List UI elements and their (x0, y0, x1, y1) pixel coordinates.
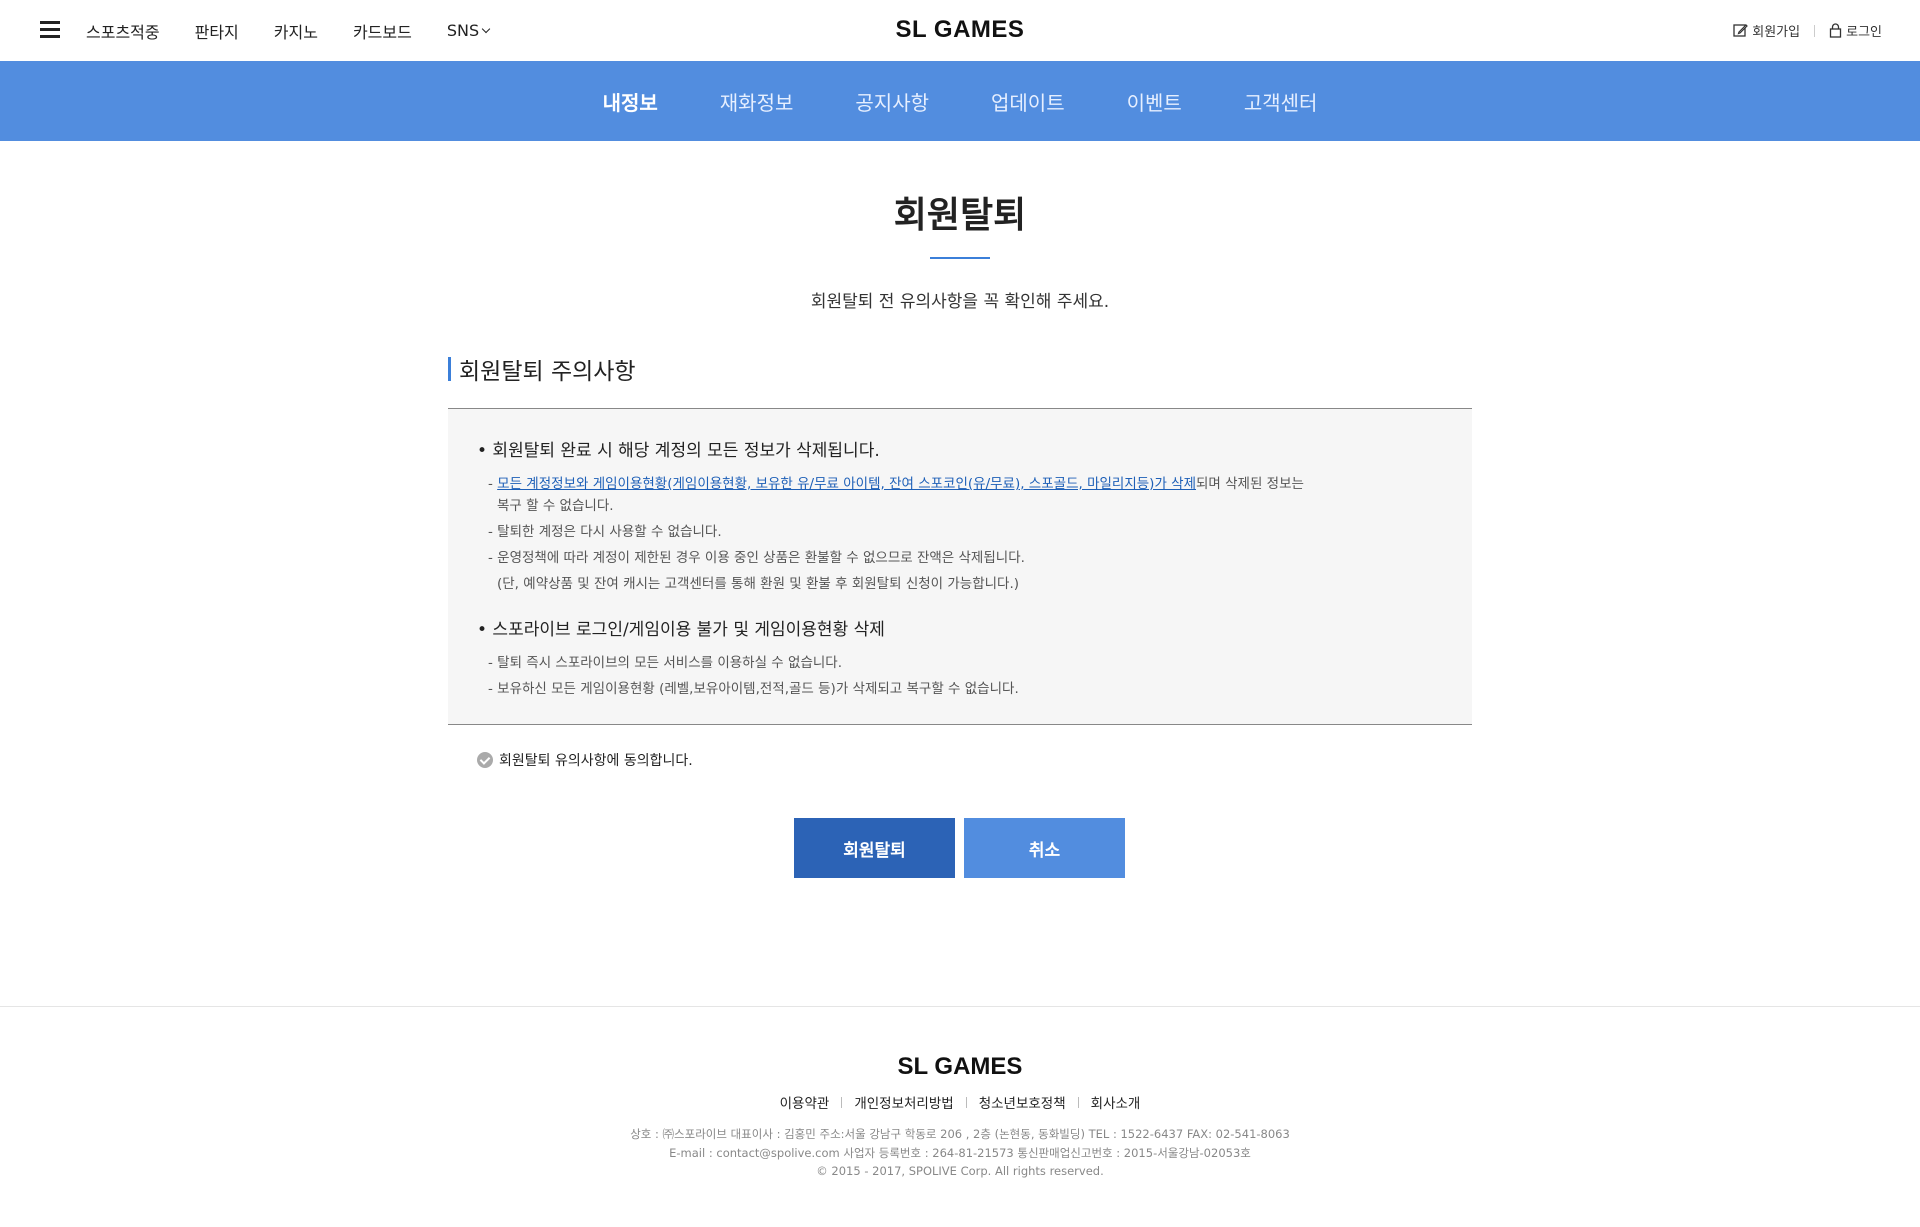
chevron-down-icon (481, 24, 491, 33)
notice-item-5: - 보유하신 모든 게임이용현황 (레벨,보유아이템,전적,골드 등)가 삭제되… (488, 681, 1019, 697)
divider (1814, 24, 1816, 37)
footer-link-company[interactable]: 회사소개 (1091, 1092, 1141, 1112)
header-logo[interactable]: SL GAMES (896, 16, 1025, 43)
page-title: 회원탈퇴 (893, 195, 1027, 236)
login-label: 로그인 (1846, 25, 1882, 40)
section-header: 회원탈퇴 주의사항 (448, 355, 636, 385)
notice-item-1: - 모든 계정정보와 게임이용현황(게임이용현황, 보유한 유/무료 아이템, … (488, 472, 1304, 492)
agree-checkbox[interactable]: 회원탈퇴 유의사항에 동의합니다. (477, 750, 693, 770)
tab-currency-info[interactable]: 재화정보 (720, 87, 794, 116)
top-bar: 스포츠적중 판타지 카지노 카드보드 SNS SL GAMES 회원가입 로그인 (0, 0, 1920, 61)
edit-icon (1733, 24, 1749, 37)
divider (841, 1096, 843, 1108)
footer-contact-info: E-mail : contact@spolive.com 사업자 등록번호 : … (669, 1146, 1251, 1160)
hamburger-icon[interactable] (40, 21, 60, 39)
tab-notices[interactable]: 공지사항 (855, 87, 929, 116)
top-nav-sns-label: SNS (446, 21, 480, 40)
lock-icon (1829, 23, 1842, 38)
tab-support[interactable]: 고객센터 (1244, 87, 1318, 116)
sub-nav: 내정보 재화정보 공지사항 업데이트 이벤트 고객센터 (0, 61, 1920, 141)
top-nav-fantasy[interactable]: 판타지 (195, 19, 239, 43)
top-nav-cardboard[interactable]: 카드보드 (353, 19, 412, 43)
signup-label: 회원가입 (1752, 25, 1801, 40)
top-nav-sns[interactable]: SNS (446, 21, 491, 40)
footer: SL GAMES 이용약관 개인정보처리방법 청소년보호정책 회사소개 상호 :… (0, 1006, 1920, 1227)
login-link[interactable]: 로그인 (1829, 21, 1882, 40)
notice-item-1-prefix: - (488, 476, 498, 492)
signup-link[interactable]: 회원가입 (1733, 21, 1800, 40)
notice-item-1-link[interactable]: 모든 계정정보와 게임이용현황(게임이용현황, 보유한 유/무료 아이템, 잔여… (497, 476, 1196, 492)
page-subtitle: 회원탈퇴 전 유의사항을 꼭 확인해 주세요. (810, 292, 1110, 312)
footer-link-privacy[interactable]: 개인정보처리방법 (854, 1092, 953, 1112)
account-links: 회원가입 로그인 (1733, 0, 1882, 61)
notice-item-3-cont: (단, 예약상품 및 잔여 캐시는 고객센터를 통해 환원 및 환불 후 회원탈… (497, 576, 1020, 592)
footer-copyright: © 2015 - 2017, SPOLIVE Corp. All rights … (816, 1164, 1104, 1178)
footer-logo: SL GAMES (897, 1053, 1023, 1080)
check-circle-icon[interactable] (477, 752, 493, 768)
tab-events[interactable]: 이벤트 (1127, 87, 1182, 116)
section-accent-bar (448, 357, 451, 381)
tab-updates[interactable]: 업데이트 (991, 87, 1065, 116)
notice-box: • 회원탈퇴 완료 시 해당 계정의 모든 정보가 삭제됩니다. - 모든 계정… (448, 408, 1472, 725)
footer-link-terms[interactable]: 이용약관 (780, 1092, 830, 1112)
footer-link-youth[interactable]: 청소년보호정책 (979, 1092, 1066, 1112)
notice-item-2: - 탈퇴한 계정은 다시 사용할 수 없습니다. (488, 524, 722, 540)
withdraw-button[interactable]: 회원탈퇴 (794, 818, 955, 878)
divider (1077, 1096, 1079, 1108)
footer-links: 이용약관 개인정보처리방법 청소년보호정책 회사소개 (0, 1092, 1920, 1112)
tab-my-info[interactable]: 내정보 (603, 87, 658, 116)
footer-company-info: 상호 : ㈜스포라이브 대표이사 : 김홍민 주소:서울 강남구 학동로 206… (630, 1127, 1290, 1141)
notice-item-1-cont: 복구 할 수 없습니다. (497, 498, 614, 514)
title-underline (930, 257, 990, 259)
notice-heading-1: • 회원탈퇴 완료 시 해당 계정의 모든 정보가 삭제됩니다. (477, 441, 880, 461)
section-title: 회원탈퇴 주의사항 (459, 359, 636, 385)
top-nav-casino[interactable]: 카지노 (274, 19, 318, 43)
notice-heading-2: • 스포라이브 로그인/게임이용 불가 및 게임이용현황 삭제 (477, 620, 885, 640)
notice-item-4: - 탈퇴 즉시 스포라이브의 모든 서비스를 이용하실 수 없습니다. (488, 655, 842, 671)
divider (965, 1096, 967, 1108)
agree-label: 회원탈퇴 유의사항에 동의합니다. (499, 753, 693, 769)
cancel-button[interactable]: 취소 (964, 818, 1125, 878)
top-nav-sports[interactable]: 스포츠적중 (86, 19, 160, 43)
notice-item-1-suffix: 되며 삭제된 정보는 (1196, 476, 1304, 492)
top-nav: 스포츠적중 판타지 카지노 카드보드 SNS (86, 0, 524, 61)
notice-item-3: - 운영정책에 따라 계정이 제한된 경우 이용 중인 상품은 환불할 수 없으… (488, 550, 1025, 566)
